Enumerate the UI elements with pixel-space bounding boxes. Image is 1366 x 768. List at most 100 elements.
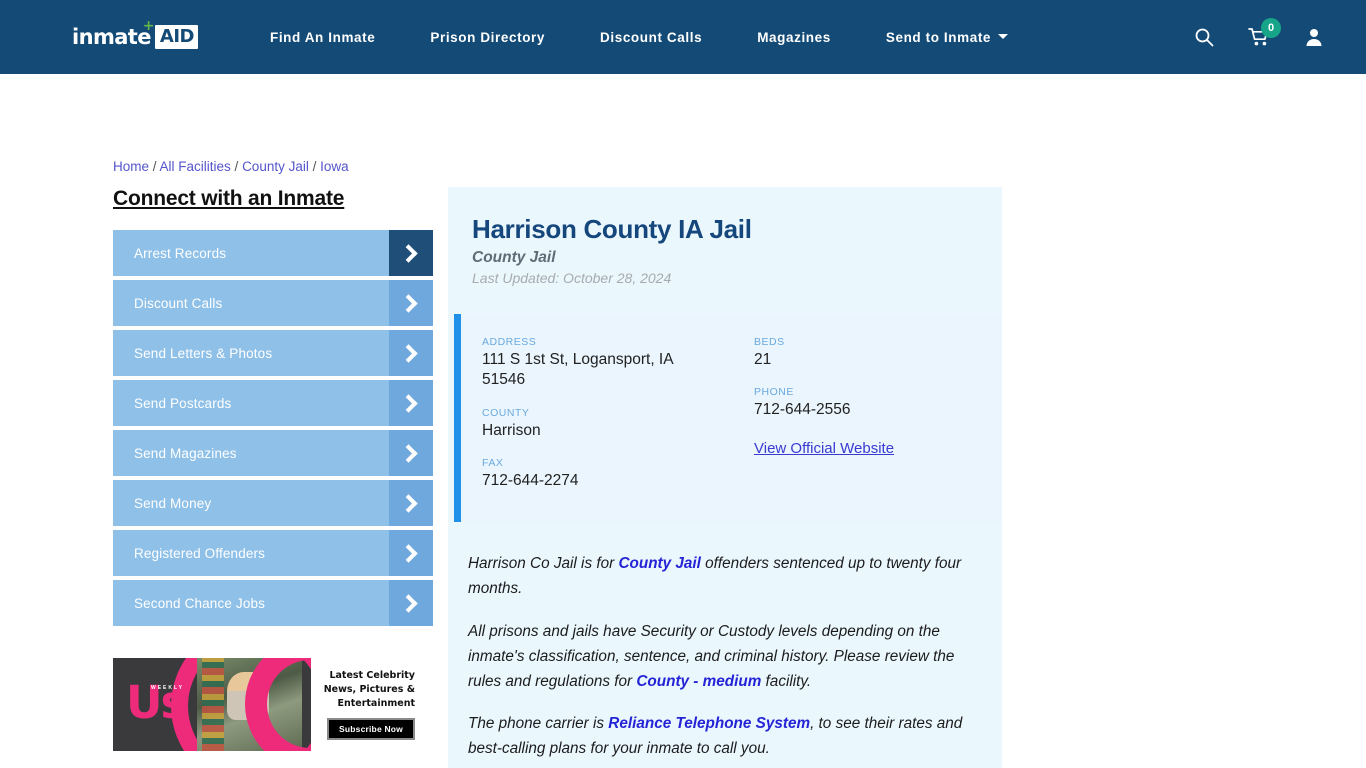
chevron-right-icon: [389, 280, 433, 326]
sidebar-item-second-chance-jobs[interactable]: Second Chance Jobs: [113, 580, 433, 626]
chevron-right-icon: [389, 380, 433, 426]
ad-subscribe-button[interactable]: Subscribe Now: [326, 717, 415, 740]
nav-label: Magazines: [757, 29, 831, 45]
facility-description: Harrison Co Jail is for County Jail offe…: [468, 552, 976, 768]
nav-label: Find An Inmate: [269, 29, 376, 45]
chevron-right-icon: [389, 330, 433, 376]
sidebar-item-discount-calls[interactable]: Discount Calls: [113, 280, 433, 326]
sidebar-item-label: Send Letters & Photos: [134, 345, 273, 361]
description-paragraph-2: All prisons and jails have Security or C…: [468, 620, 976, 695]
breadcrumb: Home / All Facilities / County Jail / Io…: [113, 159, 349, 174]
logo-text: inmate: [72, 25, 151, 49]
header-icon-group: 0: [1194, 18, 1338, 47]
sidebar-item-send-letters-photos[interactable]: Send Letters & Photos: [113, 330, 433, 376]
paragraph-text: The phone carrier is: [468, 715, 609, 733]
chevron-right-icon: [389, 430, 433, 476]
page-body: Home / All Facilities / County Jail / Io…: [0, 74, 1366, 768]
info-field-beds: BEDS 21: [754, 336, 1002, 370]
chevron-right-icon: [389, 480, 433, 526]
chevron-down-icon: [998, 34, 1009, 40]
info-card-accent-bar: [454, 314, 461, 522]
ad-artwork: Us WEEKLY: [113, 658, 311, 751]
logo-plus-icon: +: [142, 18, 155, 34]
nav-label: Prison Directory: [430, 29, 546, 45]
info-field-phone: PHONE 712-644-2556: [754, 386, 1002, 420]
nav-item-discount-calls[interactable]: Discount Calls: [600, 24, 702, 51]
info-value-fax: 712-644-2274: [482, 472, 579, 490]
chevron-right-icon: [389, 530, 433, 576]
sidebar-item-label: Discount Calls: [134, 295, 223, 311]
chevron-right-icon: [389, 580, 433, 626]
info-value-county: Harrison: [482, 421, 541, 439]
logo-badge: AID: [154, 25, 198, 49]
cart-icon[interactable]: 0: [1248, 18, 1281, 47]
facility-type: County Jail: [472, 249, 556, 266]
info-field-fax: FAX 712-644-2274: [482, 457, 730, 491]
view-official-website-link[interactable]: View Official Website: [754, 440, 894, 457]
sidebar-item-arrest-records[interactable]: Arrest Records: [113, 230, 433, 276]
description-paragraph-1: Harrison Co Jail is for County Jail offe…: [468, 552, 976, 602]
breadcrumb-separator: /: [308, 159, 321, 174]
user-account-icon[interactable]: [1304, 27, 1324, 47]
search-icon[interactable]: [1194, 27, 1214, 47]
sidebar-item-label: Second Chance Jobs: [134, 595, 266, 611]
info-field-website: View Official Website: [754, 437, 1002, 458]
nav-label: Send to Inmate: [885, 29, 992, 45]
highlight-county-jail: County Jail: [618, 554, 701, 572]
site-logo[interactable]: inmate + AID: [72, 19, 198, 49]
info-label-fax: FAX: [482, 457, 504, 470]
chevron-right-icon: [389, 230, 433, 276]
info-label-county: COUNTY: [482, 406, 530, 419]
ad-headline: Latest Celebrity News, Pictures & Entert…: [323, 670, 415, 709]
nav-item-find-an-inmate[interactable]: Find An Inmate: [270, 24, 375, 51]
sidebar: Connect with an Inmate Arrest Records Di…: [113, 187, 433, 751]
sidebar-item-send-postcards[interactable]: Send Postcards: [113, 380, 433, 426]
highlight-county-medium: County - medium: [636, 672, 762, 690]
highlight-phone-carrier: Reliance Telephone System: [608, 715, 811, 733]
info-column-right: BEDS 21 PHONE 712-644-2556 View Official…: [730, 336, 1002, 492]
info-value-address: 111 S 1st St, Logansport, IA 51546: [482, 351, 673, 389]
sidebar-item-label: Send Magazines: [134, 445, 237, 461]
logo-wordmark: inmate +: [72, 19, 154, 49]
ad-swoosh-decor-2: [245, 658, 311, 751]
breadcrumb-item-iowa[interactable]: Iowa: [320, 159, 349, 174]
breadcrumb-item-county-jail[interactable]: County Jail: [242, 159, 309, 174]
facility-last-updated: Last Updated: October 28, 2024: [472, 270, 672, 286]
sidebar-item-send-magazines[interactable]: Send Magazines: [113, 430, 433, 476]
nav-item-prison-directory[interactable]: Prison Directory: [430, 24, 545, 51]
site-header: inmate + AID Find An Inmate Prison Direc…: [0, 0, 1366, 74]
advertisement-banner[interactable]: Us WEEKLY Latest Celebrity News, Picture…: [113, 658, 421, 751]
sidebar-item-label: Send Postcards: [134, 395, 232, 411]
description-paragraph-3: The phone carrier is Reliance Telephone …: [468, 712, 976, 762]
sidebar-item-label: Send Money: [134, 495, 212, 511]
page-title: Harrison County IA Jail: [472, 214, 752, 244]
info-field-address: ADDRESS 111 S 1st St, Logansport, IA 515…: [482, 336, 730, 391]
paragraph-text: facility.: [761, 672, 812, 690]
sidebar-item-registered-offenders[interactable]: Registered Offenders: [113, 530, 433, 576]
sidebar-item-label: Arrest Records: [134, 245, 227, 261]
sidebar-item-send-money[interactable]: Send Money: [113, 480, 433, 526]
sidebar-item-label: Registered Offenders: [134, 545, 266, 561]
info-label-phone: PHONE: [754, 386, 794, 399]
facility-info-card: ADDRESS 111 S 1st St, Logansport, IA 515…: [454, 314, 1002, 522]
info-value-phone: 712-644-2556: [754, 401, 851, 419]
info-column-left: ADDRESS 111 S 1st St, Logansport, IA 515…: [454, 336, 730, 492]
ad-brand-sub: WEEKLY: [151, 685, 184, 691]
info-label-beds: BEDS: [754, 336, 785, 348]
breadcrumb-item-home[interactable]: Home: [113, 159, 149, 174]
breadcrumb-separator: /: [230, 159, 243, 174]
info-label-address: ADDRESS: [482, 336, 537, 348]
nav-item-send-to-inmate[interactable]: Send to Inmate: [885, 24, 1009, 51]
info-value-beds: 21: [754, 351, 772, 368]
paragraph-text: Harrison Co Jail is for: [468, 554, 619, 572]
sidebar-title: Connect with an Inmate: [113, 187, 345, 210]
main-navigation: Find An Inmate Prison Directory Discount…: [270, 24, 1009, 51]
cart-count-badge: 0: [1261, 18, 1281, 38]
info-field-county: COUNTY Harrison: [482, 407, 730, 441]
facility-main-panel: Harrison County IA Jail County Jail Last…: [448, 187, 1002, 768]
ad-copy-panel: Latest Celebrity News, Pictures & Entert…: [311, 658, 421, 751]
nav-item-magazines[interactable]: Magazines: [757, 24, 831, 51]
breadcrumb-separator: /: [149, 159, 160, 174]
breadcrumb-item-all-facilities[interactable]: All Facilities: [160, 159, 231, 174]
nav-label: Discount Calls: [600, 29, 703, 45]
